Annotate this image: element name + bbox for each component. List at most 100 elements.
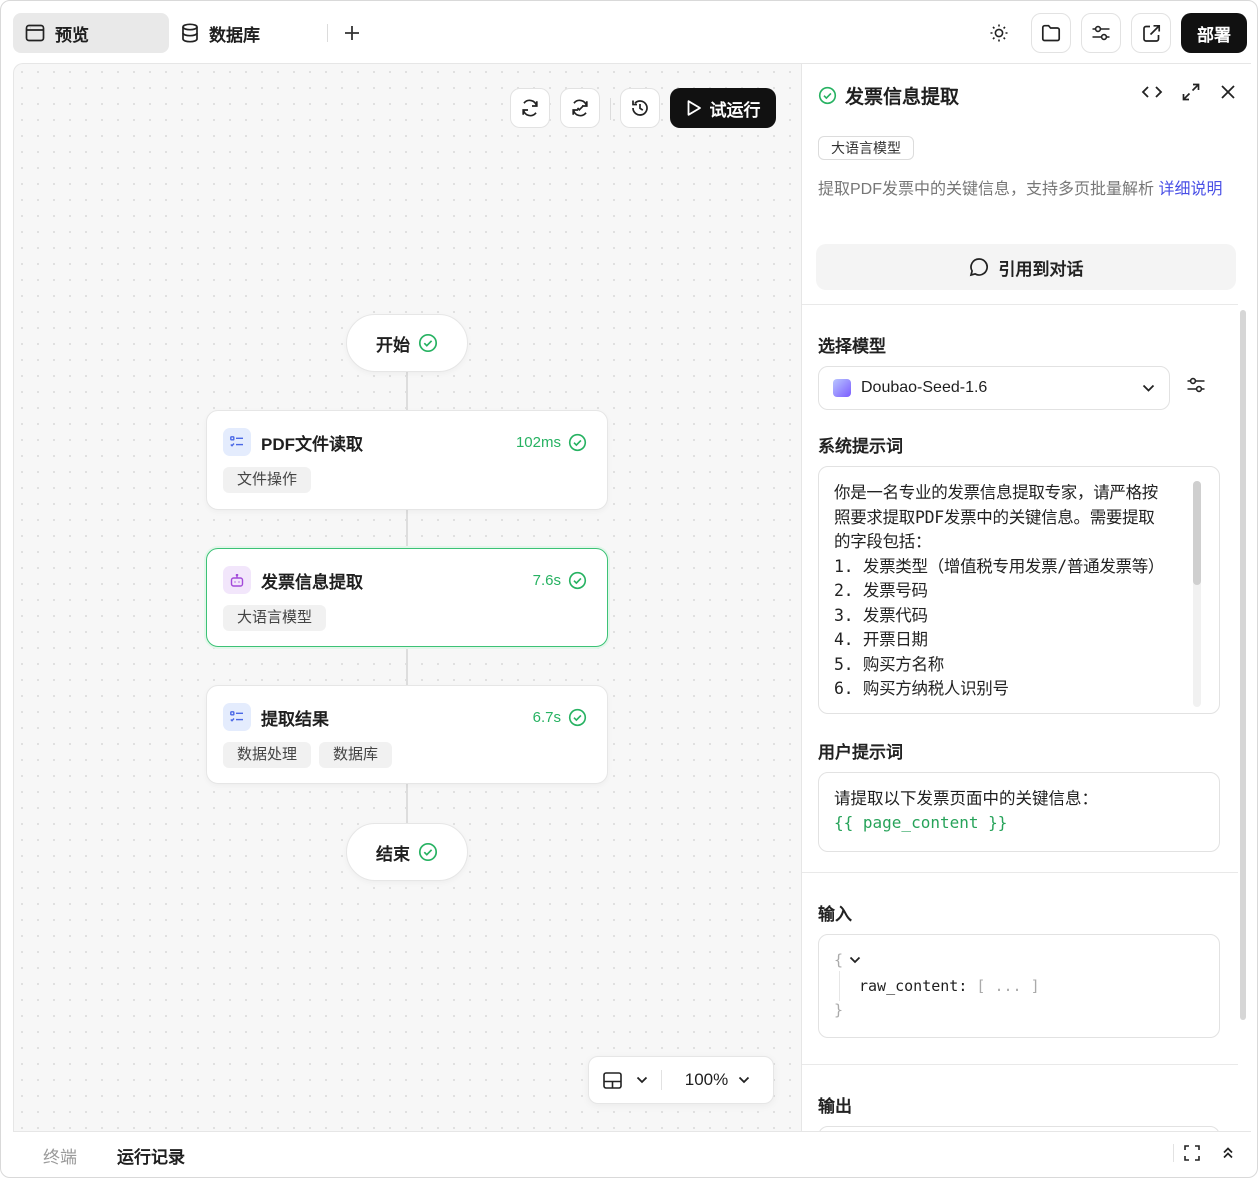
system-prompt-scrollbar[interactable] <box>1193 481 1201 707</box>
node-start[interactable]: 开始 <box>346 314 468 372</box>
prompt-line: 6. 购买方纳税人识别号 <box>834 679 1009 698</box>
json-root-toggle[interactable]: { <box>834 951 861 969</box>
history-icon <box>630 98 650 118</box>
user-prompt-editor[interactable]: 请提取以下发票页面中的关键信息： {{ page_content }} <box>818 772 1220 852</box>
edge-result-end <box>406 784 408 824</box>
prompt-line: 你是一名专业的发票信息提取专家，请严格按 <box>834 483 1159 502</box>
top-bar: 预览 数据库 部署 <box>1 1 1257 63</box>
sliders-icon <box>1091 24 1111 42</box>
node-tags: 数据处理 数据库 <box>223 742 393 768</box>
check-circle-icon <box>418 842 438 862</box>
list-icon <box>223 703 251 731</box>
node-result[interactable]: 提取结果 6.7s 数据处理 数据库 <box>206 685 608 784</box>
panel-title-text: 发票信息提取 <box>845 87 960 108</box>
refresh-button[interactable] <box>510 88 550 128</box>
check-circle-icon <box>418 333 438 353</box>
list-icon <box>223 428 251 456</box>
user-prompt-text: 请提取以下发票页面中的关键信息： <box>834 790 1098 808</box>
history-button[interactable] <box>620 88 660 128</box>
node-time: 7.6s <box>532 571 561 589</box>
open-external-button[interactable] <box>1131 13 1171 53</box>
chevron-down-icon <box>1142 384 1155 392</box>
input-json-viewer[interactable]: { raw_content: [ ... ] } <box>818 934 1220 1038</box>
edge-extract-result <box>406 647 408 687</box>
bottom-bar: 终端 运行记录 <box>13 1131 1251 1173</box>
app-window: 预览 数据库 部署 试运行 开始 PDF文件读取 102ms 文件操作 发票信息… <box>0 0 1258 1178</box>
node-pdf-read[interactable]: PDF文件读取 102ms 文件操作 <box>206 410 608 510</box>
node-invoice-extract[interactable]: 发票信息提取 7.6s 大语言模型 <box>206 548 608 647</box>
node-end[interactable]: 结束 <box>346 823 468 881</box>
theme-toggle-button[interactable] <box>979 13 1019 53</box>
node-title: 提取结果 <box>261 709 329 729</box>
refresh-icon <box>520 98 540 118</box>
add-tab-button[interactable] <box>337 18 367 48</box>
json-collapsed-value[interactable]: [ ... ] <box>976 977 1039 995</box>
node-tag: 数据库 <box>319 742 393 768</box>
tab-database-label: 数据库 <box>209 25 260 45</box>
zoom-dropdown[interactable]: 100% <box>662 1070 773 1090</box>
panel-title: 发票信息提取 <box>818 82 959 109</box>
node-title: 发票信息提取 <box>261 572 363 592</box>
doubao-logo-icon <box>833 379 851 397</box>
system-prompt-text: 你是一名专业的发票信息提取专家，请严格按 照要求提取PDF发票中的关键信息。需要… <box>834 481 1190 702</box>
tab-database[interactable]: 数据库 <box>169 13 319 53</box>
toolbar-divider <box>610 98 611 120</box>
node-tags: 大语言模型 <box>223 605 327 631</box>
check-circle-icon <box>568 571 587 590</box>
tab-divider <box>327 24 328 42</box>
play-icon <box>686 99 702 117</box>
user-prompt-variable: {{ page_content }} <box>834 813 1008 832</box>
folder-button[interactable] <box>1031 13 1071 53</box>
system-prompt-label: 系统提示词 <box>818 437 903 456</box>
model-settings-icon[interactable] <box>1186 376 1206 394</box>
model-section-label: 选择模型 <box>818 337 886 356</box>
window-icon <box>25 24 45 42</box>
external-link-icon <box>1142 24 1161 43</box>
close-icon[interactable] <box>1219 82 1237 102</box>
node-title: PDF文件读取 <box>261 434 363 454</box>
test-run-button[interactable]: 试运行 <box>670 88 776 128</box>
panel-type-tag: 大语言模型 <box>818 136 914 160</box>
node-time: 6.7s <box>532 708 561 726</box>
system-prompt-editor[interactable]: 你是一名专业的发票信息提取专家，请严格按 照要求提取PDF发票中的关键信息。需要… <box>818 466 1220 714</box>
edge-start-pdf <box>406 372 408 412</box>
sync-button[interactable] <box>560 88 600 128</box>
settings-button[interactable] <box>1081 13 1121 53</box>
code-icon[interactable] <box>1141 82 1163 102</box>
json-close-brace: } <box>834 1001 844 1019</box>
prompt-line: 照要求提取PDF发票中的关键信息。需要提取 <box>834 507 1155 527</box>
sync-icon <box>570 98 590 118</box>
prompt-line: 5. 购买方名称 <box>834 654 944 674</box>
robot-icon <box>223 566 251 594</box>
tab-preview[interactable]: 预览 <box>13 13 169 53</box>
edge-pdf-extract <box>406 510 408 548</box>
prompt-line: 3. 发票代码 <box>834 605 928 625</box>
node-tag: 文件操作 <box>223 467 312 493</box>
chevrons-up-icon[interactable] <box>1221 1145 1235 1161</box>
panel-scrollbar[interactable] <box>1240 310 1246 1020</box>
plus-icon <box>344 25 360 41</box>
check-circle-icon <box>568 433 587 452</box>
panel-description-text: 提取PDF发票中的关键信息，支持多页批量解析 <box>818 181 1155 198</box>
panel-divider <box>802 1064 1238 1065</box>
expand-icon[interactable] <box>1181 82 1201 102</box>
fullscreen-icon[interactable] <box>1183 1144 1201 1162</box>
details-link[interactable]: 详细说明 <box>1158 181 1222 198</box>
quote-to-chat-button[interactable]: 引用到对话 <box>816 244 1236 290</box>
output-label: 输出 <box>818 1097 852 1116</box>
prompt-line: 2. 发票号码 <box>834 581 928 600</box>
node-header: 发票信息提取 7.6s <box>223 565 587 595</box>
layout-dropdown[interactable] <box>589 1071 661 1089</box>
prompt-line: 的字段包括： <box>834 532 932 551</box>
node-tags: 文件操作 <box>223 467 312 493</box>
deploy-button[interactable]: 部署 <box>1181 13 1247 53</box>
tab-terminal[interactable]: 终端 <box>43 1143 77 1168</box>
panel-divider <box>802 872 1238 873</box>
tab-run-history[interactable]: 运行记录 <box>117 1143 185 1168</box>
workflow-canvas[interactable]: 试运行 开始 PDF文件读取 102ms 文件操作 发票信息提取 7.6s 大语… <box>13 63 801 1131</box>
panel-description: 提取PDF发票中的关键信息，支持多页批量解析 详细说明 <box>818 176 1238 203</box>
json-indent-guide <box>839 971 840 1001</box>
prompt-line: 4. 开票日期 <box>834 630 928 649</box>
chevron-down-icon <box>738 1076 750 1084</box>
model-select[interactable]: Doubao-Seed-1.6 <box>818 366 1170 410</box>
